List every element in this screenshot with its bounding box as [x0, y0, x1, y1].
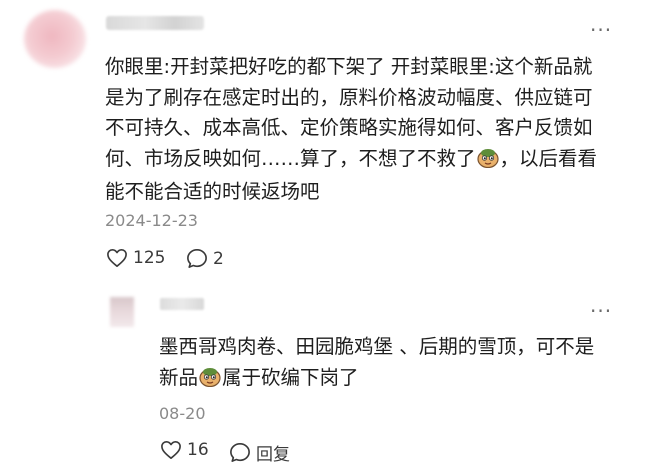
reply-like-count: 16 [187, 440, 209, 460]
reply-name-blurred[interactable] [160, 298, 204, 310]
like-button[interactable]: 125 [106, 248, 165, 268]
heart-outline-icon [161, 441, 181, 459]
like-count: 125 [133, 248, 166, 268]
comment-date: 2024-12-23 [105, 211, 198, 230]
speech-bubble-icon [187, 249, 207, 268]
speech-bubble-icon [230, 443, 250, 462]
comment-body: 你眼里:开封菜把好吃的都下架了 开封菜眼里:这个新品就是为了刷存在感定时出的，原… [105, 52, 610, 208]
heart-outline-icon [107, 249, 127, 267]
reply-more-options-icon[interactable]: ··· [590, 301, 612, 321]
comment-count: 2 [213, 248, 224, 269]
commenter-avatar[interactable] [24, 10, 86, 68]
pepe-tea-emoji-icon [476, 146, 500, 178]
reply-like-button[interactable]: 16 [160, 440, 209, 460]
reply-button[interactable]: 回复 [229, 440, 290, 465]
reply-date: 08-20 [159, 404, 206, 423]
commenter-name-blurred[interactable] [106, 16, 204, 30]
pepe-tea-emoji-icon [198, 365, 222, 397]
reply-body: 墨西哥鸡肉卷、田园脆鸡堡 、后期的雪顶，可不是新品 属于砍编下岗了 [159, 332, 599, 396]
reply-text-end: 属于砍编下岗了 [222, 365, 359, 389]
reply-label: 回复 [256, 445, 290, 465]
comment-button[interactable]: 2 [186, 248, 224, 269]
reply-avatar[interactable] [110, 297, 134, 327]
more-options-icon[interactable]: ··· [590, 20, 612, 40]
